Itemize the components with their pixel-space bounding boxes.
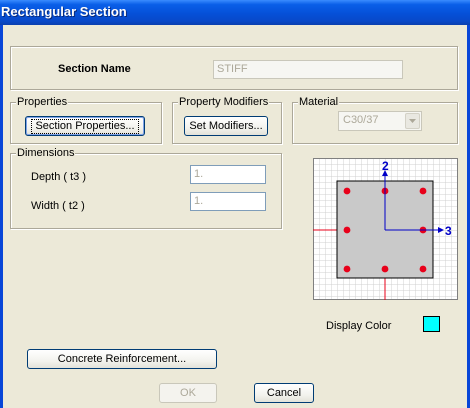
axis-3-label: 3 <box>445 224 452 238</box>
set-modifiers-button[interactable]: Set Modifiers... <box>184 116 268 136</box>
depth-field[interactable]: 1. <box>190 165 266 184</box>
title-bar[interactable]: Rectangular Section <box>0 0 470 25</box>
rebar <box>381 265 389 273</box>
rebar <box>419 265 427 273</box>
property-modifiers-group-label: Property Modifiers <box>178 95 270 109</box>
concrete-reinforcement-button-label: Concrete Reinforcement... <box>57 353 187 365</box>
dimensions-group-label: Dimensions <box>16 146 76 160</box>
window-title: Rectangular Section <box>1 4 127 19</box>
concrete-reinforcement-button[interactable]: Concrete Reinforcement... <box>27 349 217 369</box>
cancel-button-label: Cancel <box>266 387 302 399</box>
section-name-label: Section Name <box>58 63 131 75</box>
material-group-label: Material <box>298 95 340 109</box>
properties-group-label: Properties <box>16 95 69 109</box>
section-properties-button[interactable]: Section Properties... <box>25 116 145 136</box>
rebar <box>343 226 351 234</box>
depth-label: Depth ( t3 ) <box>31 171 87 183</box>
display-color-label: Display Color <box>326 320 392 332</box>
set-modifiers-button-label: Set Modifiers... <box>189 120 263 132</box>
section-name-field[interactable]: STIFF <box>213 60 403 79</box>
chevron-down-icon[interactable] <box>405 113 420 129</box>
cancel-button[interactable]: Cancel <box>254 383 314 403</box>
material-select[interactable]: C30/37 <box>338 111 422 131</box>
rebar <box>343 187 351 195</box>
window-frame-left <box>0 25 3 408</box>
rebar <box>343 265 351 273</box>
rebar <box>419 187 427 195</box>
display-color-swatch[interactable] <box>423 316 440 332</box>
material-select-value: C30/37 <box>343 114 379 126</box>
axis-2-label: 2 <box>382 159 389 173</box>
section-preview: 2 3 <box>313 158 458 300</box>
ok-button[interactable]: OK <box>159 383 217 403</box>
section-properties-button-label: Section Properties... <box>31 118 139 134</box>
width-label: Width ( t2 ) <box>31 200 85 212</box>
width-field[interactable]: 1. <box>190 192 266 211</box>
ok-button-label: OK <box>180 387 196 399</box>
